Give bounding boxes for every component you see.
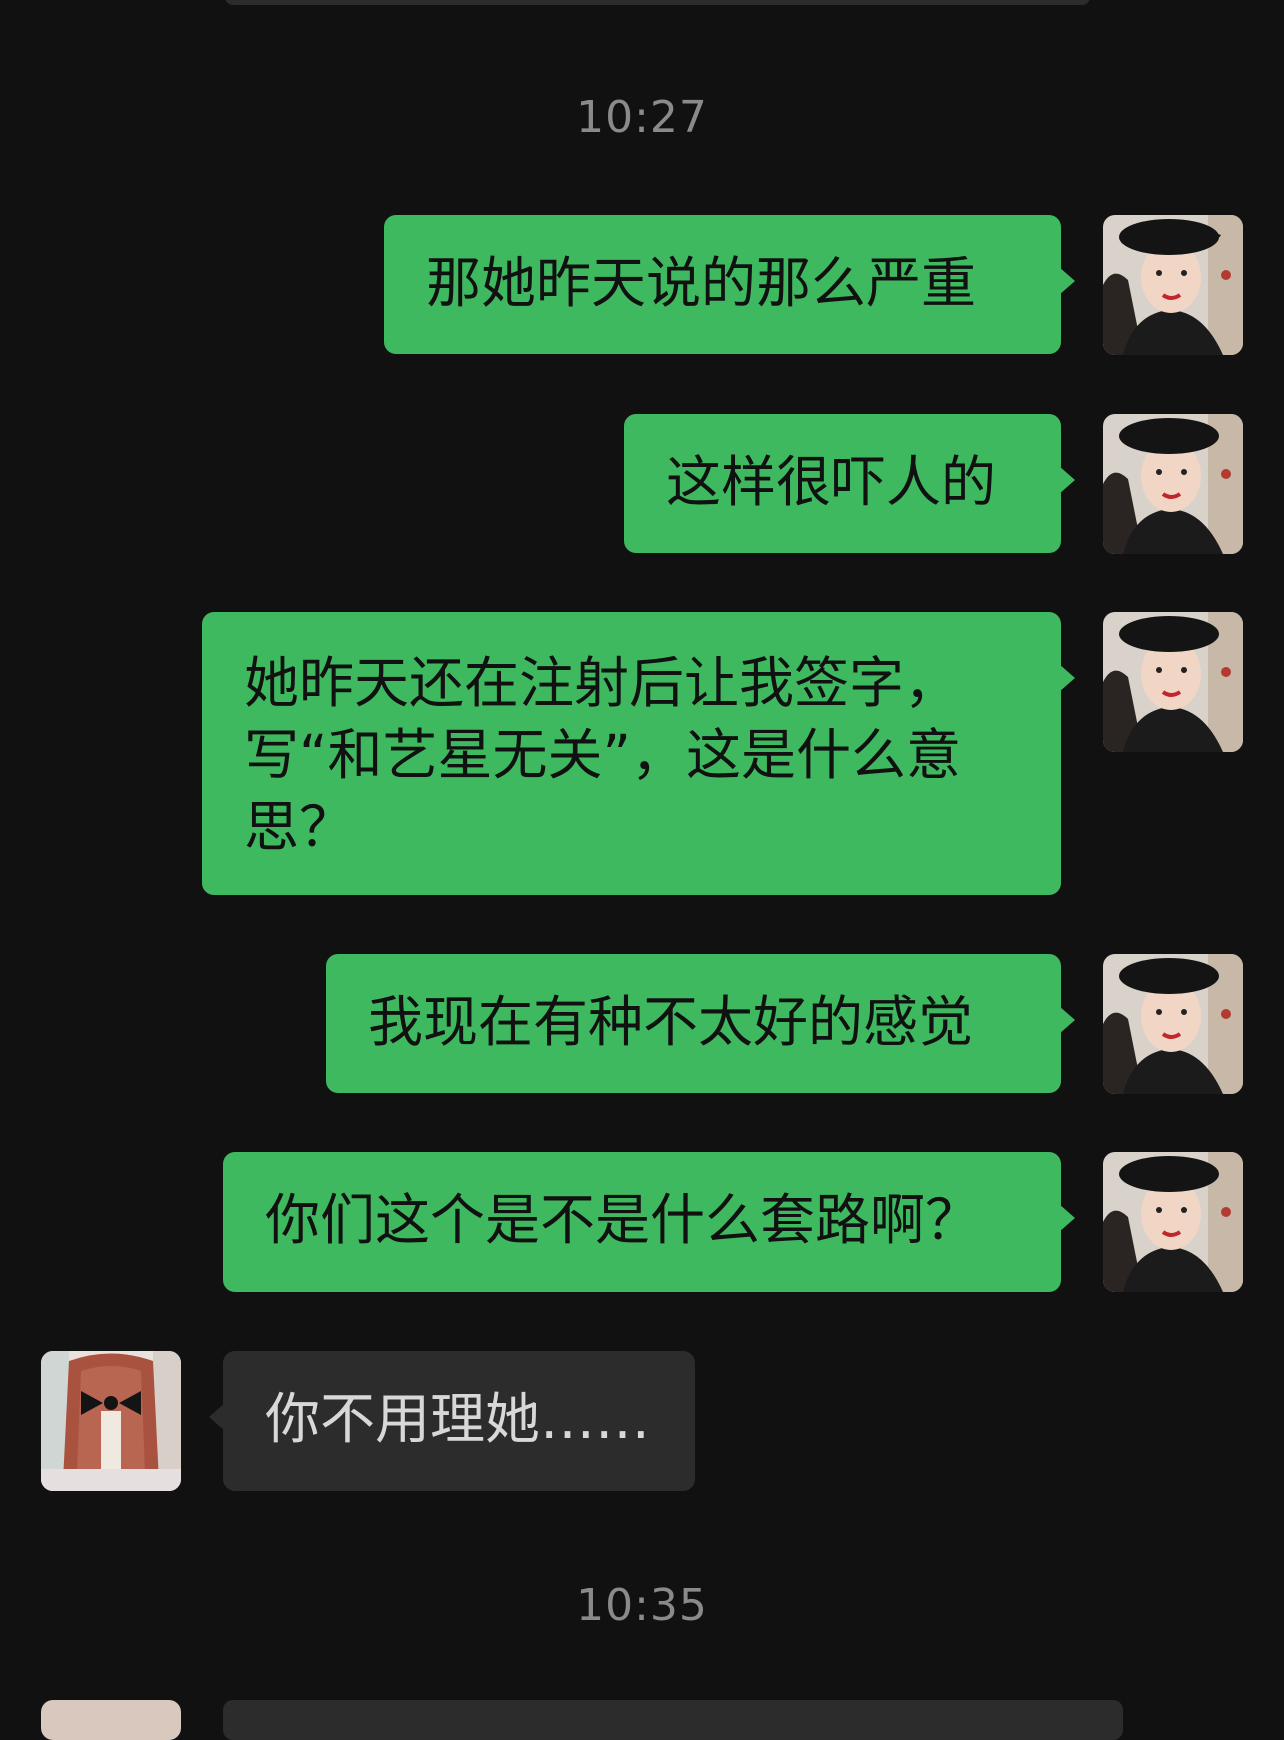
incoming-message-bubble[interactable]: 你不用理她……	[209, 1351, 695, 1491]
woman-portrait-icon	[1103, 612, 1243, 752]
message-text: 这样很吓人的	[666, 450, 997, 514]
woman-portrait-icon	[1103, 1152, 1243, 1292]
woman-portrait-icon	[1103, 414, 1243, 554]
chat-view: 10:27 那她昨天说的那么严重 这样很吓人的 她昨天还在注射后让我签字，写“和…	[0, 0, 1284, 1740]
self-avatar[interactable]	[1103, 1152, 1243, 1292]
self-avatar[interactable]	[1103, 612, 1243, 752]
timestamp: 10:35	[576, 1580, 708, 1631]
outgoing-message-bubble[interactable]: 你们这个是不是什么套路啊？	[223, 1152, 1075, 1292]
self-avatar[interactable]	[1103, 414, 1243, 554]
woman-portrait-icon	[1103, 215, 1243, 355]
outgoing-message-bubble[interactable]: 她昨天还在注射后让我签字，写“和艺星无关”，这是什么意思？	[202, 612, 1075, 895]
partial-message-bubble[interactable]	[225, 0, 1090, 5]
woman-portrait-icon	[1103, 954, 1243, 1094]
message-text: 她昨天还在注射后让我签字，写“和艺星无关”，这是什么意思？	[244, 651, 961, 859]
contact-avatar[interactable]	[41, 1351, 181, 1491]
message-text: 你们这个是不是什么套路啊？	[265, 1188, 981, 1252]
message-text: 那她昨天说的那么严重	[426, 251, 977, 315]
contact-avatar[interactable]	[41, 1700, 181, 1740]
partial-message-bubble[interactable]	[223, 1700, 1123, 1740]
outgoing-message-bubble[interactable]: 我现在有种不太好的感觉	[326, 954, 1075, 1093]
outgoing-message-bubble[interactable]: 这样很吓人的	[624, 414, 1075, 553]
self-avatar[interactable]	[1103, 954, 1243, 1094]
message-text: 你不用理她……	[265, 1387, 651, 1451]
outgoing-message-bubble[interactable]: 那她昨天说的那么严重	[384, 215, 1075, 354]
red-hair-ribbon-icon	[41, 1351, 181, 1491]
self-avatar[interactable]	[1103, 215, 1243, 355]
timestamp: 10:27	[576, 92, 708, 143]
message-text: 我现在有种不太好的感觉	[368, 990, 974, 1054]
